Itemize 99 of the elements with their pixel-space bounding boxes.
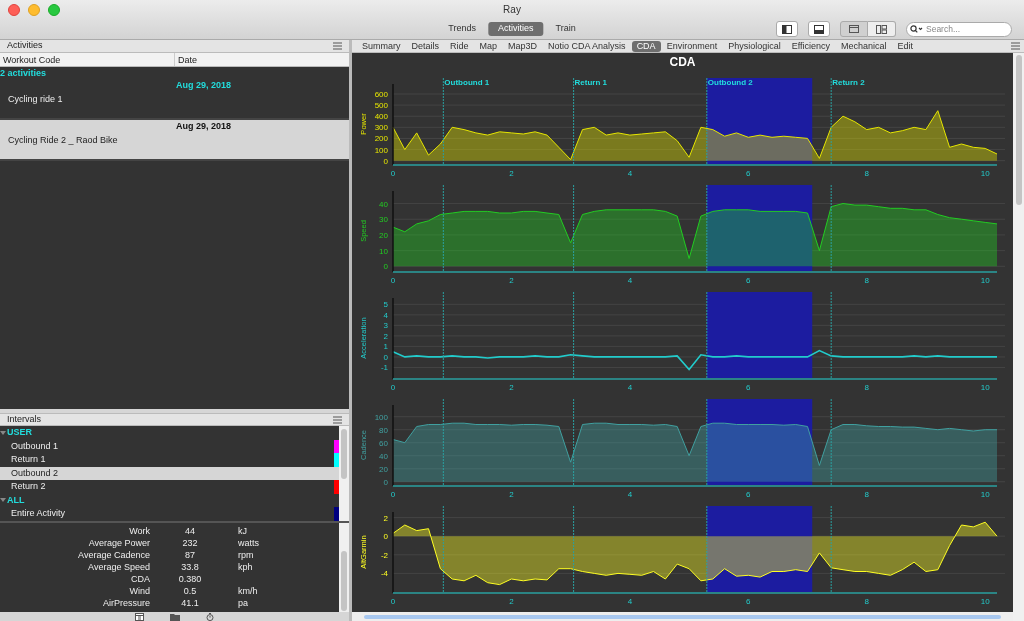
x-tick-label: 2 bbox=[509, 383, 514, 392]
y-tick-label: 600 bbox=[374, 90, 388, 99]
stat-unit: kph bbox=[238, 560, 253, 574]
interval-marker-label: Return 2 bbox=[832, 78, 865, 87]
y-tick-label: 100 bbox=[374, 145, 388, 155]
interval-name: Return 2 bbox=[11, 480, 47, 493]
stat-label: CDA bbox=[130, 572, 150, 586]
y-tick-label: 3 bbox=[383, 321, 388, 331]
stat-label: AirPressure bbox=[102, 596, 150, 610]
y-tick-label: 20 bbox=[379, 464, 388, 474]
activity-date: Aug 29, 2018 bbox=[176, 79, 232, 92]
stat-label: Work bbox=[128, 524, 150, 538]
x-tick-label: 10 bbox=[980, 383, 990, 392]
interval-group-label: ALL bbox=[7, 493, 25, 507]
y-tick-label: 40 bbox=[379, 451, 388, 461]
group-label: 2 activities bbox=[0, 67, 47, 79]
x-tick-label: 8 bbox=[864, 597, 869, 606]
y-tick-label: 0 bbox=[383, 156, 388, 166]
x-tick-label: 6 bbox=[746, 490, 751, 499]
y-tick-label: 0 bbox=[383, 477, 388, 487]
stat-unit: km/h bbox=[238, 584, 258, 598]
stat-value: 33.8 bbox=[180, 560, 200, 574]
y-tick-label: 0 bbox=[383, 262, 388, 272]
x-tick-label: 4 bbox=[627, 383, 633, 392]
interval-group-label: USER bbox=[7, 426, 32, 439]
y-tick-label: 2 bbox=[383, 331, 388, 341]
x-tick-label: 0 bbox=[390, 490, 396, 499]
y-tick-label: -1 bbox=[380, 363, 388, 373]
y-tick-label: 30 bbox=[379, 215, 388, 225]
stat-value: 232 bbox=[181, 536, 199, 550]
y-tick-label: -2 bbox=[380, 550, 388, 560]
y-tick-label: 200 bbox=[374, 134, 388, 144]
stat-unit: rpm bbox=[238, 548, 254, 562]
y-tick-label: 20 bbox=[379, 230, 388, 240]
y-tick-label: 80 bbox=[379, 425, 388, 435]
x-tick-label: 8 bbox=[864, 383, 869, 392]
x-tick-label: 10 bbox=[980, 490, 990, 499]
x-tick-label: 6 bbox=[746, 276, 751, 285]
stat-value: 41.1 bbox=[180, 596, 200, 610]
interval-marker-label: Outbound 1 bbox=[444, 78, 490, 87]
panel-title: Intervals bbox=[7, 412, 41, 426]
x-tick-label: 0 bbox=[390, 169, 396, 178]
x-tick-label: 10 bbox=[980, 597, 990, 606]
y-tick-label: 60 bbox=[379, 438, 388, 448]
activity-name: Cycling ride 1 bbox=[8, 93, 63, 106]
y-tick-label: 300 bbox=[374, 123, 388, 133]
y-tick-label: 400 bbox=[374, 112, 388, 122]
window-title: Ray bbox=[503, 3, 521, 17]
stat-unit: pa bbox=[238, 596, 248, 610]
stat-label: Wind bbox=[128, 584, 150, 598]
interval-name: Outbound 2 bbox=[11, 466, 60, 480]
y-tick-label: 10 bbox=[379, 246, 388, 256]
x-tick-label: 0 bbox=[390, 276, 396, 285]
y-tick-label: 40 bbox=[379, 199, 388, 209]
y-tick-label: 2 bbox=[383, 513, 388, 523]
stat-unit: watts bbox=[238, 536, 259, 550]
stat-value: 44 bbox=[184, 524, 196, 538]
x-tick-label: 6 bbox=[746, 383, 751, 392]
x-tick-label: 4 bbox=[627, 276, 633, 285]
x-tick-label: 2 bbox=[509, 490, 514, 499]
x-tick-label: 0 bbox=[390, 383, 396, 392]
x-tick-label: 10 bbox=[980, 169, 990, 178]
stat-label: Average Cadence bbox=[77, 548, 150, 562]
stat-unit: kJ bbox=[238, 524, 247, 538]
x-tick-label: 10 bbox=[980, 276, 990, 285]
x-tick-label: 8 bbox=[864, 490, 869, 499]
x-tick-label: 2 bbox=[509, 169, 514, 178]
y-tick-label: 100 bbox=[374, 412, 388, 422]
interval-marker-label: Outbound 2 bbox=[707, 78, 753, 87]
stat-value: 87 bbox=[184, 548, 196, 562]
panel-title: Activities bbox=[7, 39, 43, 53]
x-tick-label: 8 bbox=[864, 169, 869, 178]
stat-label: Average Speed bbox=[87, 560, 150, 574]
x-tick-label: 6 bbox=[746, 169, 751, 178]
y-tick-label: -4 bbox=[380, 569, 388, 579]
x-tick-label: 2 bbox=[509, 597, 514, 606]
interval-name: Return 1 bbox=[11, 453, 47, 466]
stat-value: 0.5 bbox=[182, 584, 198, 598]
x-tick-label: 4 bbox=[627, 597, 633, 606]
y-tick-label: 0 bbox=[383, 532, 388, 542]
x-tick-label: 6 bbox=[746, 597, 751, 606]
stat-value: 0.380 bbox=[177, 572, 203, 586]
x-tick-label: 2 bbox=[509, 276, 514, 285]
interval-name: Entire Activity bbox=[11, 507, 67, 520]
x-tick-label: 4 bbox=[627, 169, 633, 178]
chart-title: CDA bbox=[668, 54, 697, 71]
y-tick-label: 500 bbox=[374, 101, 388, 111]
activity-name: Cycling Ride 2 _ Raod Bike bbox=[8, 134, 118, 147]
activity-date: Aug 29, 2018 bbox=[176, 120, 232, 133]
stat-label: Average Power bbox=[87, 536, 150, 550]
x-tick-label: 8 bbox=[864, 276, 869, 285]
y-tick-label: 0 bbox=[383, 352, 388, 362]
interval-marker-label: Return 1 bbox=[574, 78, 608, 87]
interval-name: Outbound 1 bbox=[11, 439, 60, 453]
y-tick-label: 1 bbox=[383, 342, 388, 352]
y-tick-label: 4 bbox=[383, 310, 388, 320]
y-tick-label: 5 bbox=[383, 300, 388, 310]
x-tick-label: 0 bbox=[390, 597, 396, 606]
x-tick-label: 4 bbox=[627, 490, 633, 499]
